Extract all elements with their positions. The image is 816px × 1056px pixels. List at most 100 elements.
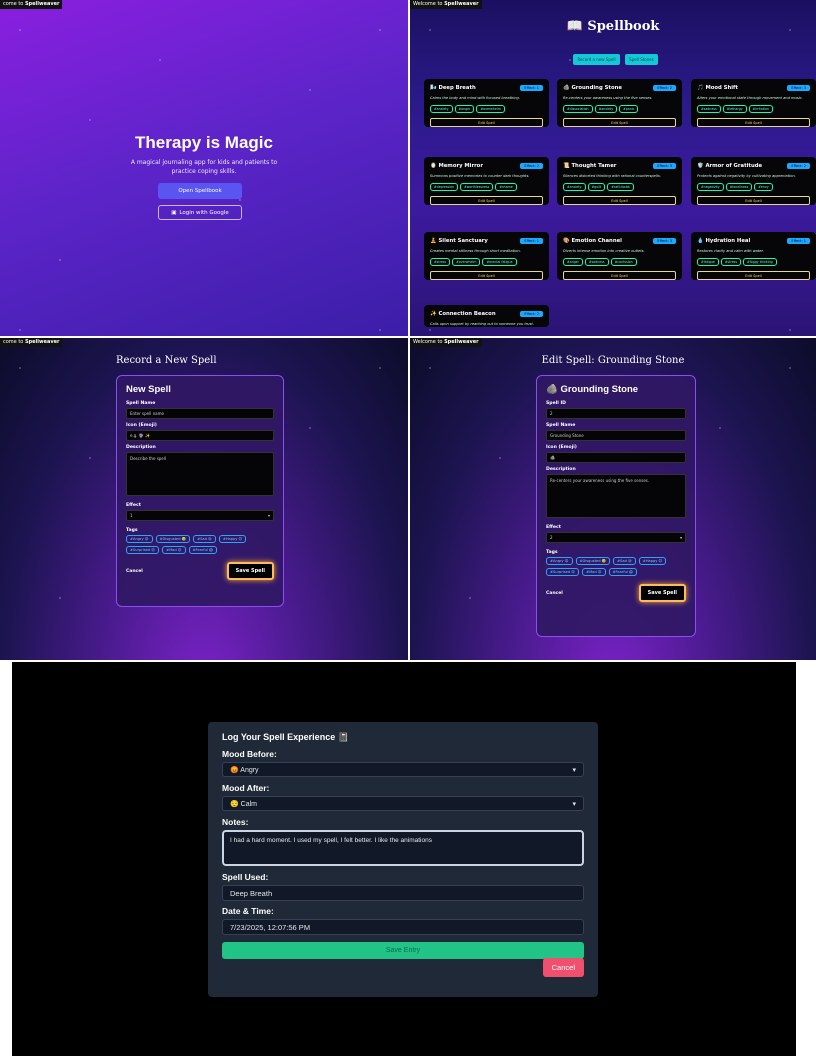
cancel-button[interactable]: Cancel	[546, 591, 563, 596]
welcome-bar: Welcome to Spellweaver	[410, 338, 482, 347]
spell-name-input[interactable]: Grounding Stone	[546, 430, 686, 441]
tag-chip: #fatigue	[697, 258, 719, 266]
log-form: Log Your Spell Experience 📓 Mood Before:…	[208, 722, 598, 997]
tag-chip: #anxiety	[430, 105, 453, 113]
spell-card: 🪨 Grounding Stone Effect: 2 Re-centers you…	[557, 79, 682, 127]
spell-description: Re-centers your awareness using the five…	[563, 96, 653, 100]
spell-name: 🪨 Grounding Stone	[563, 85, 622, 91]
effect-badge: Effect: 1	[520, 85, 543, 91]
spell-card: 🎵 Mood Shift Effect: 3 Alters your emotion…	[691, 79, 816, 127]
page-title: Record a New Spell	[116, 355, 217, 366]
cancel-button[interactable]: Cancel	[542, 958, 584, 977]
effect-badge: Effect: 2	[520, 163, 543, 169]
description-input[interactable]: Describe the spell	[126, 452, 274, 496]
welcome-bar: Welcome to Spellweaver	[410, 0, 482, 9]
tag-chip: #worthlessness	[460, 183, 494, 191]
google-login-button[interactable]: ▣ Login with Google	[158, 205, 242, 220]
record-spell-button[interactable]: Record a new Spell	[573, 54, 620, 65]
tag-toggle[interactable]: #Disgusted 🤢	[155, 535, 191, 543]
effect-badge: Effect: 3	[787, 85, 810, 91]
tag-chip: #overwhelm	[452, 258, 481, 266]
chevron-down-icon: ▾	[572, 800, 576, 808]
spell-name-input[interactable]: Enter spell name	[126, 408, 274, 419]
tag-toggle[interactable]: #Mad 😠	[582, 568, 606, 576]
tag-toggle[interactable]: #Angry 😡	[126, 535, 153, 543]
tag-toggle[interactable]: #Sad 😢	[613, 557, 636, 565]
spell-stones-button[interactable]: Spell Stones	[625, 54, 658, 65]
tag-toggle[interactable]: #Sad 😢	[193, 535, 216, 543]
log-panel: Log Your Spell Experience 📓 Mood Before:…	[12, 662, 796, 1056]
spell-card: 📜 Thought Tamer Effect: 3 Silences distort…	[557, 157, 682, 205]
chevron-down-icon: ▾	[679, 535, 682, 540]
tag-chip: #mental fatigue	[482, 258, 517, 266]
icon-input[interactable]: 🪨	[546, 452, 686, 463]
cancel-button[interactable]: Cancel	[126, 569, 143, 574]
spell-id-input[interactable]: 2	[546, 408, 686, 419]
datetime-field[interactable]: 7/23/2025, 12:07:56 PM	[222, 919, 584, 935]
tag-chip: #guilt	[587, 183, 606, 191]
new-spell-panel: come to Spellweaver Record a New Spell N…	[0, 338, 408, 660]
effect-badge: Effect: 3	[653, 238, 676, 244]
tag-chip: #stress	[720, 258, 741, 266]
icon-input[interactable]: e.g. 🔮 ✨	[126, 430, 274, 441]
tag-chip: #anger	[563, 258, 583, 266]
form-title: New Spell	[126, 384, 171, 395]
effect-badge: Effect: 1	[520, 238, 543, 244]
spell-used-field[interactable]: Deep Breath	[222, 885, 584, 901]
tag-toggle[interactable]: #Happy 😊	[218, 535, 247, 543]
tag-toggle[interactable]: #Surprised 😲	[546, 568, 580, 576]
tag-chip: #shame	[495, 183, 517, 191]
tag-toggle[interactable]: #Fearful 😱	[608, 568, 637, 576]
edit-spell-button[interactable]: Edit Spell	[563, 196, 676, 205]
tag-toggle[interactable]: #Surprised 😲	[126, 546, 160, 554]
edit-spell-panel: Welcome to Spellweaver Edit Spell: Groun…	[410, 338, 816, 660]
effect-badge: Effect: 2	[520, 311, 543, 317]
save-spell-button[interactable]: Save Spell	[226, 562, 274, 580]
tag-chip: #self-doubt	[607, 183, 634, 191]
spell-name: 🪞 Memory Mirror	[430, 163, 483, 169]
edit-spell-form: 🪨 Grounding Stone Spell ID 2 Spell Name …	[536, 375, 696, 637]
edit-spell-button[interactable]: Edit Spell	[430, 271, 543, 280]
open-spellbook-button[interactable]: Open Spellbook	[158, 183, 242, 199]
tag-chip: #sadness	[584, 258, 609, 266]
tag-chip: #stress	[430, 258, 451, 266]
edit-spell-button[interactable]: Edit Spell	[563, 271, 676, 280]
spell-name: 🎵 Mood Shift	[697, 85, 738, 91]
save-spell-button[interactable]: Save Spell	[638, 584, 686, 602]
spell-description: Diverts intense emotion into creative ou…	[563, 249, 645, 253]
spell-description: Summons positive memories to counter dar…	[430, 174, 530, 178]
spell-card: 🧘 Silent Sanctuary Effect: 1 Creates menta…	[424, 232, 549, 280]
tag-toggle[interactable]: #Happy 😊	[638, 557, 667, 565]
description-input[interactable]: Re-centers your awareness using the five…	[546, 474, 686, 518]
tag-toggle[interactable]: #Angry 😡	[546, 557, 573, 565]
effect-select[interactable]: 2 ▾	[546, 532, 686, 543]
edit-spell-button[interactable]: Edit Spell	[430, 196, 543, 205]
form-title: 🪨 Grounding Stone	[546, 384, 639, 395]
edit-spell-button[interactable]: Edit Spell	[563, 118, 676, 127]
tag-toggle[interactable]: #Disgusted 🤢	[575, 557, 611, 565]
spell-description: Creates mental stillness through short m…	[430, 249, 521, 253]
calendar-icon: ▣	[171, 209, 177, 216]
tag-chip: #depression	[430, 183, 459, 191]
spell-name: 🎨 Emotion Channel	[563, 238, 623, 244]
spell-card: 🎨 Emotion Channel Effect: 3 Diverts intens…	[557, 232, 682, 280]
tag-chip: #dissociation	[563, 105, 593, 113]
edit-spell-button[interactable]: Edit Spell	[430, 118, 543, 127]
tag-toggle[interactable]: #Fearful 😱	[188, 546, 217, 554]
mood-before-select[interactable]: 😡 Angry ▾	[222, 762, 584, 777]
notes-textarea[interactable]: I had a hard moment. I used my spell, I …	[222, 830, 584, 866]
tag-chip: #sadness	[697, 105, 721, 113]
tag-chip: #anxiety	[563, 183, 586, 191]
edit-spell-button[interactable]: Edit Spell	[697, 196, 810, 205]
edit-spell-button[interactable]: Edit Spell	[697, 118, 810, 127]
effect-select[interactable]: 1 ▾	[126, 510, 274, 521]
mood-after-select[interactable]: 😌 Calm ▾	[222, 796, 584, 811]
tag-toggle[interactable]: #Mad 😠	[162, 546, 186, 554]
edit-spell-button[interactable]: Edit Spell	[697, 271, 810, 280]
spell-description: Protects against negativity by cultivati…	[697, 174, 796, 178]
spell-name: 📜 Thought Tamer	[563, 163, 617, 169]
save-entry-button[interactable]: Save Entry	[222, 942, 584, 959]
tag-chip: #envy	[754, 183, 773, 191]
spell-card: 🛡️ Armor of Gratitude Effect: 2 Protects a…	[691, 157, 816, 205]
effect-badge: Effect: 3	[653, 163, 676, 169]
